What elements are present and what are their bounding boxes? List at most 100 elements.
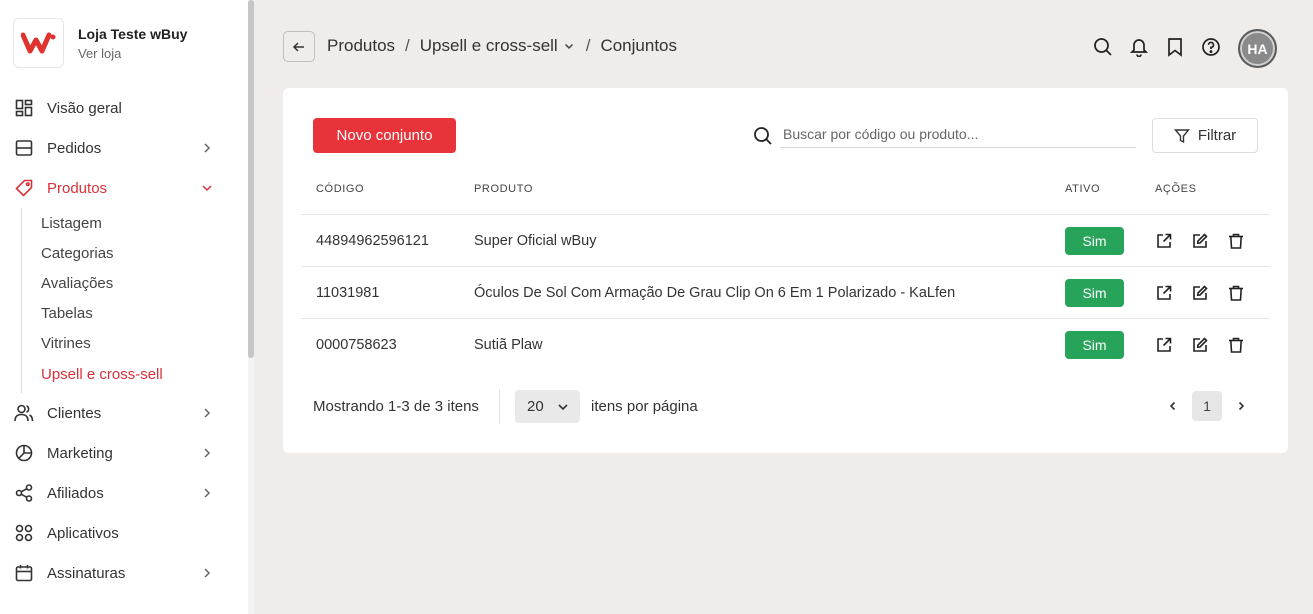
chevron-right-icon [204, 448, 211, 458]
cell-code: 44894962596121 [316, 233, 429, 249]
chevron-right-icon [204, 568, 211, 578]
bookmark-icon[interactable] [1164, 36, 1186, 58]
store-logo[interactable] [13, 18, 64, 68]
sidebar-item-clientes[interactable]: Clientes [0, 393, 248, 433]
users-icon [14, 403, 34, 423]
sidebar-item-marketing[interactable]: Marketing [0, 433, 248, 473]
bell-icon[interactable] [1128, 36, 1150, 58]
breadcrumb-upsell-dropdown[interactable]: Upsell e cross-sell [420, 36, 576, 56]
table-row: 11031981 Óculos De Sol Com Armação De Gr… [301, 267, 1270, 319]
view-store-link[interactable]: Ver loja [78, 46, 187, 61]
back-button[interactable] [283, 31, 315, 62]
filter-icon [1173, 128, 1190, 143]
chevron-left-icon [1169, 401, 1176, 411]
share-icon [14, 483, 34, 503]
submenu-item-categorias[interactable]: Categorias [22, 238, 248, 268]
column-header-product: PRODUTO [474, 183, 534, 195]
sidebar-item-label: Pedidos [47, 139, 102, 157]
trash-icon[interactable] [1225, 334, 1247, 356]
arrow-left-icon [292, 41, 304, 52]
search-input[interactable] [780, 121, 1136, 148]
tag-icon [14, 178, 34, 198]
sidebar-item-label: Assinaturas [47, 564, 126, 582]
sidebar-scrollbar-thumb[interactable] [248, 0, 254, 358]
next-page-button[interactable] [1231, 396, 1251, 416]
column-header-active: ATIVO [1065, 183, 1101, 195]
table-row: 0000758623 Sutiã Plaw Sim [301, 319, 1270, 371]
sidebar-item-label: Visão geral [47, 99, 122, 117]
filter-label: Filtrar [1197, 127, 1237, 144]
breadcrumb-upsell: Upsell e cross-sell [419, 36, 558, 55]
wbuy-logo-icon [20, 32, 55, 54]
sidebar-item-label: Aplicativos [47, 524, 119, 542]
cell-product: Óculos De Sol Com Armação De Grau Clip O… [474, 285, 956, 301]
trash-icon[interactable] [1225, 282, 1247, 304]
table-row: 44894962596121 Super Oficial wBuy Sim [301, 215, 1270, 267]
chevron-right-icon [1238, 401, 1245, 411]
sidebar-item-aplicativos[interactable]: Aplicativos [0, 513, 248, 553]
sidebar-item-produtos[interactable]: Produtos [0, 168, 248, 208]
search-icon[interactable] [1092, 36, 1114, 58]
per-page-select[interactable]: 20 [515, 390, 580, 423]
open-external-icon[interactable] [1153, 282, 1175, 304]
breadcrumb-conjuntos: Conjuntos [600, 36, 678, 55]
submenu-item-upsell[interactable]: Upsell e cross-sell [22, 359, 248, 389]
breadcrumb-produtos[interactable]: Produtos [327, 36, 395, 56]
produtos-submenu: Listagem Categorias Avaliações Tabelas V… [21, 208, 248, 394]
column-header-code: CÓDIGO [316, 183, 365, 195]
page-1-button[interactable]: 1 [1192, 391, 1222, 421]
chevron-down-icon [564, 43, 573, 50]
avatar[interactable]: HA [1238, 29, 1277, 68]
status-badge: Sim [1065, 331, 1124, 359]
chevron-down-icon [558, 403, 568, 410]
sidebar-item-label: Afiliados [47, 484, 104, 502]
filter-button[interactable]: Filtrar [1152, 118, 1258, 153]
pagination-summary: Mostrando 1-3 de 3 itens [313, 398, 479, 415]
per-page-label: itens por página [591, 398, 698, 415]
calendar-icon [14, 563, 34, 583]
sidebar-item-label: Clientes [47, 404, 102, 422]
cell-code: 11031981 [316, 285, 380, 301]
breadcrumb-separator: / [585, 36, 591, 55]
orders-icon [14, 138, 34, 158]
chevron-right-icon [204, 488, 211, 498]
chevron-right-icon [204, 143, 211, 153]
sidebar: Loja Teste wBuy Ver loja Visão geral Ped… [0, 0, 248, 614]
cell-product: Sutiã Plaw [474, 337, 543, 353]
breadcrumb: Produtos / Upsell e cross-sell / Conjunt… [327, 36, 677, 56]
submenu-item-listagem[interactable]: Listagem [22, 208, 248, 238]
per-page-value: 20 [527, 398, 544, 415]
submenu-item-tabelas[interactable]: Tabelas [22, 299, 248, 329]
sidebar-item-pedidos[interactable]: Pedidos [0, 128, 248, 168]
chevron-right-icon [204, 408, 211, 418]
open-external-icon[interactable] [1153, 334, 1175, 356]
sidebar-scrollbar[interactable] [248, 0, 254, 614]
open-external-icon[interactable] [1153, 230, 1175, 252]
sidebar-item-afiliados[interactable]: Afiliados [0, 473, 248, 513]
dashboard-icon [14, 98, 34, 118]
column-header-actions: AÇÕES [1155, 183, 1197, 195]
cell-code: 0000758623 [316, 337, 397, 353]
edit-icon[interactable] [1189, 282, 1211, 304]
store-header: Loja Teste wBuy Ver loja [13, 18, 187, 68]
new-set-button[interactable]: Novo conjunto [313, 118, 456, 153]
edit-icon[interactable] [1189, 230, 1211, 252]
sidebar-item-assinaturas[interactable]: Assinaturas [0, 553, 248, 593]
search-icon [754, 127, 772, 145]
submenu-item-vitrines[interactable]: Vitrines [22, 329, 248, 359]
sidebar-item-visao-geral[interactable]: Visão geral [0, 88, 248, 128]
sidebar-item-label: Marketing [47, 444, 113, 462]
apps-icon [14, 523, 34, 543]
header-actions [1092, 36, 1236, 58]
trash-icon[interactable] [1225, 230, 1247, 252]
cell-product: Super Oficial wBuy [474, 233, 597, 249]
edit-icon[interactable] [1189, 334, 1211, 356]
prev-page-button[interactable] [1163, 396, 1183, 416]
breadcrumb-separator: / [405, 36, 410, 55]
pie-chart-icon [14, 443, 34, 463]
help-icon[interactable] [1200, 36, 1222, 58]
store-name: Loja Teste wBuy [78, 25, 188, 42]
submenu-item-avaliacoes[interactable]: Avaliações [22, 268, 248, 298]
footer-divider [499, 389, 500, 424]
sidebar-nav: Visão geral Pedidos Produtos Listagem Ca… [0, 88, 248, 593]
